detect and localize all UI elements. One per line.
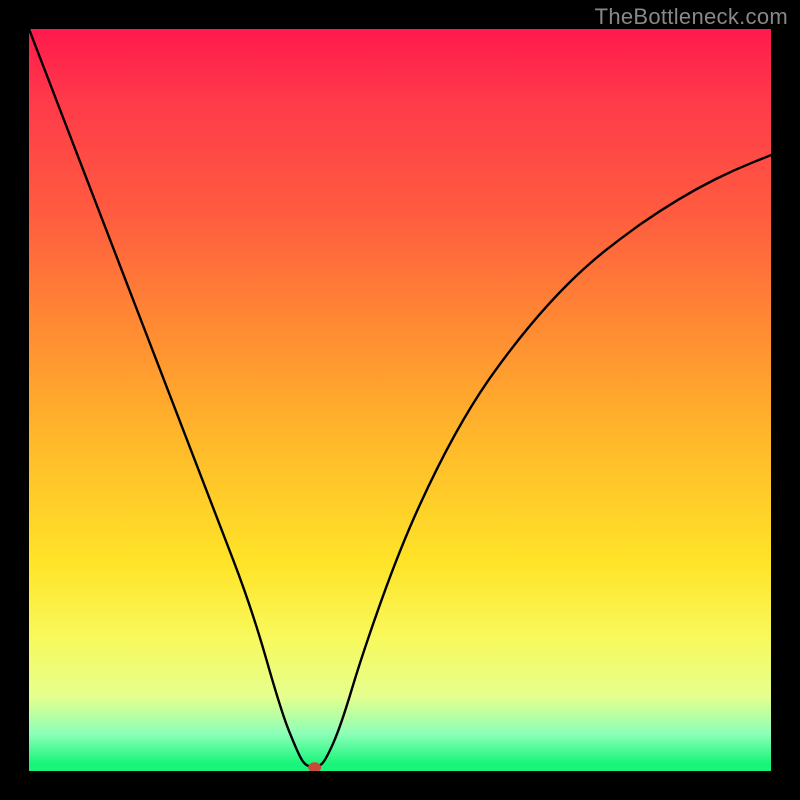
minimum-marker [309, 763, 321, 771]
bottleneck-curve [29, 29, 771, 767]
chart-svg [29, 29, 771, 771]
chart-area [29, 29, 771, 771]
watermark-text: TheBottleneck.com [595, 4, 788, 30]
